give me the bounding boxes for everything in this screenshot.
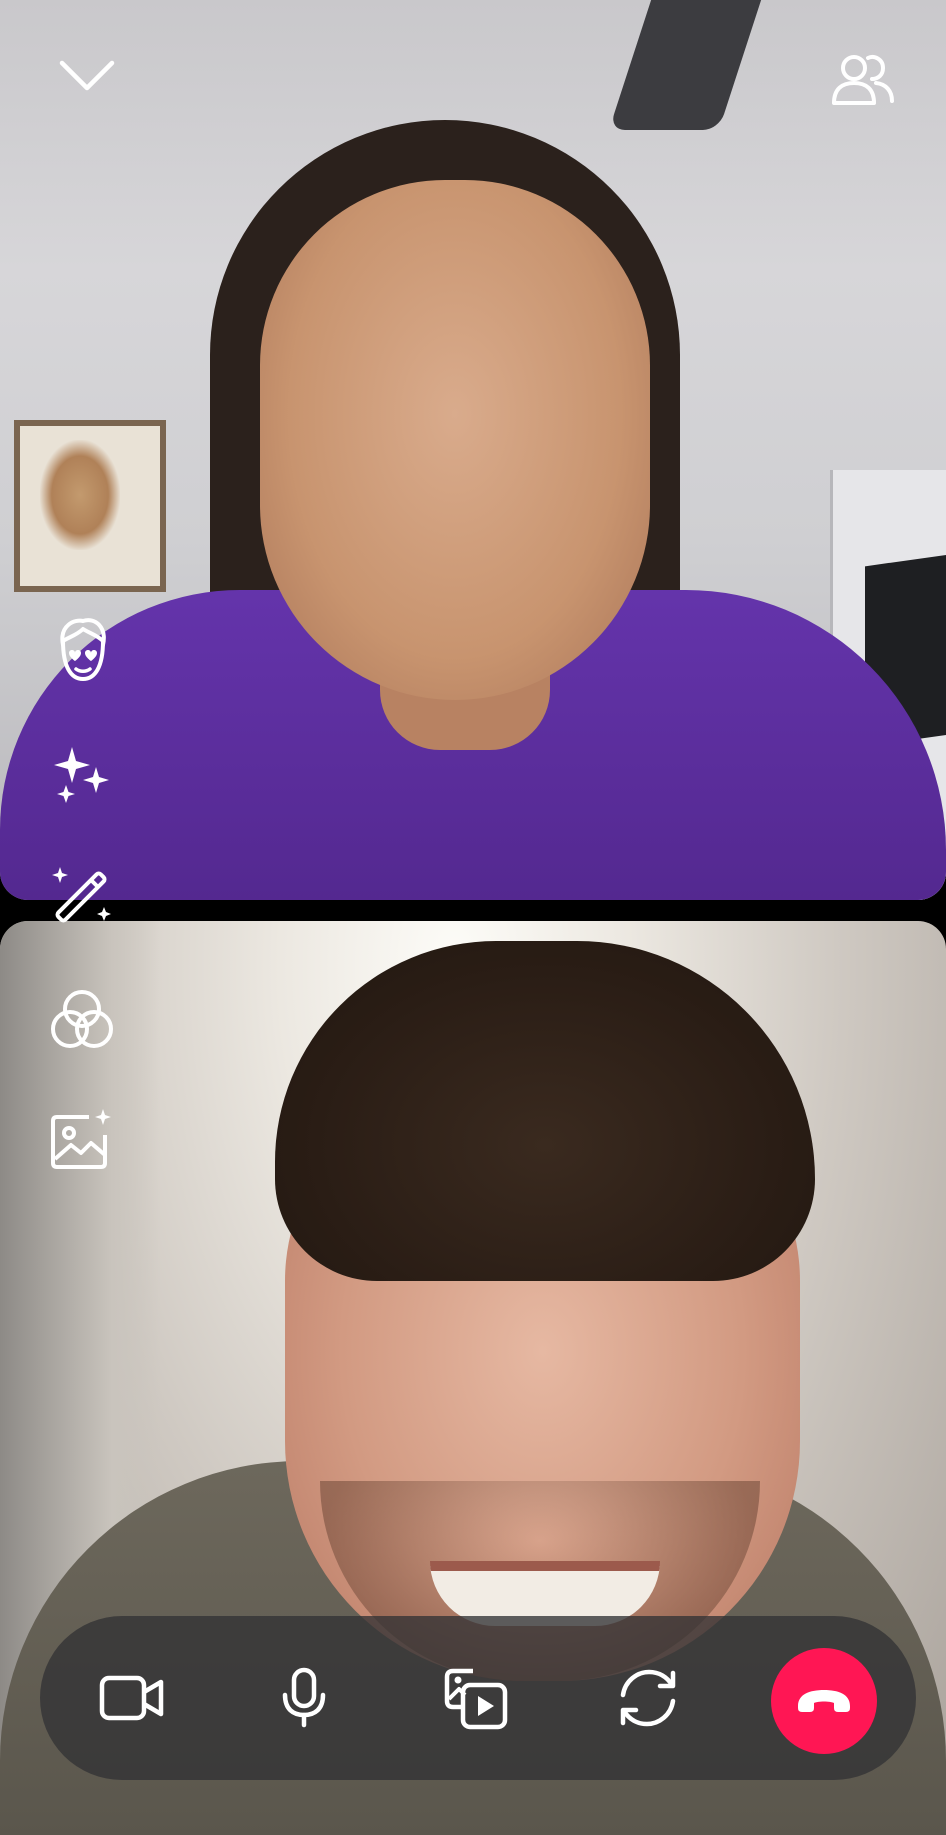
share-media-button[interactable] bbox=[426, 1648, 526, 1748]
switch-camera-button[interactable] bbox=[598, 1648, 698, 1748]
call-controls-bar bbox=[40, 1616, 916, 1780]
magic-effects-button[interactable] bbox=[42, 855, 122, 935]
video-call-screen bbox=[0, 0, 946, 1835]
end-call-button[interactable] bbox=[771, 1648, 877, 1754]
self-person-hair bbox=[275, 941, 815, 1281]
collapse-button[interactable] bbox=[52, 48, 122, 104]
face-filter-icon bbox=[60, 618, 106, 681]
participants-icon bbox=[832, 55, 894, 105]
sparkles-icon bbox=[54, 747, 109, 803]
color-filter-button[interactable] bbox=[42, 980, 122, 1060]
video-camera-icon bbox=[99, 1675, 164, 1721]
remote-person-face bbox=[260, 180, 650, 700]
face-filter-button[interactable] bbox=[42, 610, 122, 690]
magic-wand-icon bbox=[52, 867, 111, 923]
remote-video-tile[interactable] bbox=[0, 0, 946, 900]
toggle-camera-button[interactable] bbox=[82, 1648, 182, 1748]
switch-camera-icon bbox=[620, 1669, 676, 1727]
wall-picture-leaf bbox=[40, 440, 120, 550]
ceiling-fan bbox=[608, 0, 762, 130]
background-button[interactable] bbox=[42, 1100, 122, 1180]
microphone-icon bbox=[282, 1667, 326, 1728]
background-image-icon bbox=[51, 1109, 111, 1169]
color-filter-icon bbox=[51, 990, 113, 1048]
participants-button[interactable] bbox=[820, 44, 906, 114]
share-media-icon bbox=[444, 1668, 508, 1730]
toggle-microphone-button[interactable] bbox=[254, 1648, 354, 1748]
enhance-button[interactable] bbox=[42, 735, 122, 815]
end-call-icon bbox=[798, 1690, 850, 1712]
effects-toolbar bbox=[42, 610, 122, 1170]
chevron-down-icon bbox=[59, 60, 115, 91]
